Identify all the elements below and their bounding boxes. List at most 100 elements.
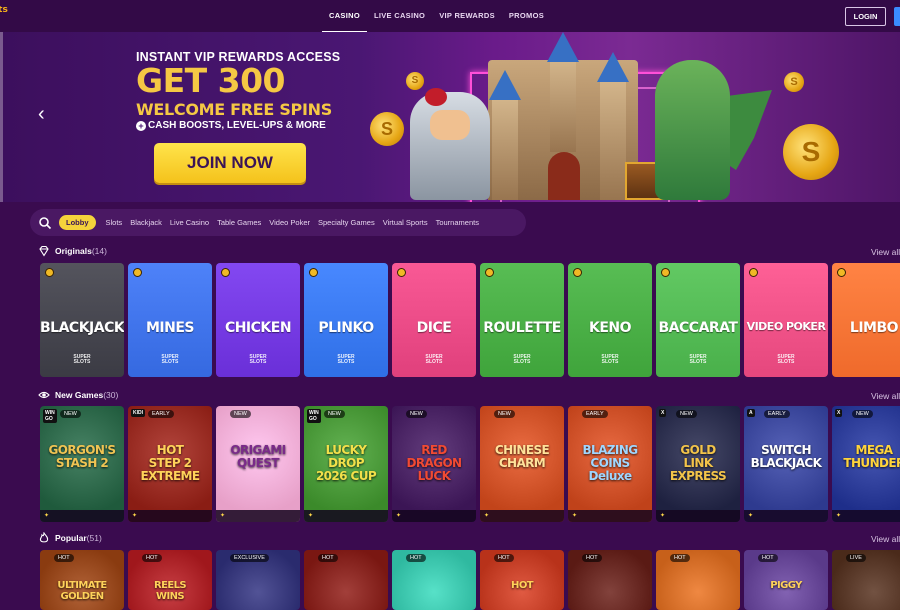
game-title: HOT STEP 2 EXTREME (140, 443, 200, 483)
game-title: PIGGY (770, 580, 802, 591)
signup-button-edge[interactable] (894, 7, 900, 26)
popular-game-tile[interactable]: HOT (656, 550, 740, 610)
section-new-games-header: New Games (30) (38, 388, 118, 402)
new-game-tile[interactable]: EARLY BLAZING COINS Deluxe ✦ (568, 406, 652, 522)
popular-game-tile[interactable]: HOT PIGGY (744, 550, 828, 610)
coin-icon: S (370, 112, 404, 146)
castle-tower-art (600, 82, 626, 200)
login-button[interactable]: LOGIN (845, 7, 886, 26)
new-game-tile[interactable]: X NEW GOLD LINK EXPRESS ✦ (656, 406, 740, 522)
new-game-tile[interactable]: A EARLY SWITCH BLACKJACK ✦ (744, 406, 828, 522)
provider-logo: SUPER SLOTS (249, 354, 267, 365)
category-table-games[interactable]: Table Games (213, 218, 265, 227)
category-tournaments[interactable]: Tournaments (432, 218, 483, 227)
status-badge: HOT (54, 554, 74, 562)
status-badge: HOT (670, 554, 690, 562)
original-game-tile[interactable]: CHICKEN SUPER SLOTS (216, 263, 300, 377)
game-title: HOT (511, 580, 534, 591)
original-game-tile[interactable]: PLINKO SUPER SLOTS (304, 263, 388, 377)
original-game-tile[interactable]: DICE SUPER SLOTS (392, 263, 476, 377)
coin-icon (309, 268, 318, 277)
popular-game-tile[interactable]: HOT ULTIMATE GOLDEN (40, 550, 124, 610)
search-icon[interactable] (38, 216, 52, 230)
new-games-row: WIN GO NEW GORGON'S STASH 2 ✦ KIDI EARLY HOT S… (40, 406, 900, 522)
category-virtual-sports[interactable]: Virtual Sports (379, 218, 432, 227)
original-game-tile[interactable]: MINES SUPER SLOTS (128, 263, 212, 377)
status-badge: NEW (852, 410, 873, 418)
provider-logo: KIDI (131, 409, 145, 417)
provider-logo: WIN GO (307, 409, 321, 423)
game-title: RED DRAGON LUCK (406, 443, 463, 483)
new-game-tile[interactable]: NEW CHINESE CHARM ✦ (480, 406, 564, 522)
sparkle-icon: ✦ (308, 513, 314, 519)
section-originals-header: Originals (14) (38, 244, 107, 258)
original-game-tile[interactable]: VIDEO POKER SUPER SLOTS (744, 263, 828, 377)
category-slots[interactable]: Slots (102, 218, 127, 227)
dragon-art (655, 60, 730, 200)
game-title: BLACKJACK (40, 320, 124, 336)
game-title: KENO (588, 320, 632, 336)
coin-icon (661, 268, 670, 277)
original-game-tile[interactable]: ROULETTE SUPER SLOTS (480, 263, 564, 377)
popular-view-all-link[interactable]: View all (871, 534, 900, 544)
provider-logo: X (659, 409, 667, 417)
castle-roof-art (547, 32, 579, 62)
tile-footer (40, 510, 124, 522)
category-blackjack[interactable]: Blackjack (126, 218, 166, 227)
nav-casino[interactable]: CASINO (322, 0, 367, 32)
banner-prev-arrow-icon[interactable]: ‹ (38, 104, 45, 124)
new-game-tile[interactable]: X NEW MEGA THUNDER ✦ (832, 406, 900, 522)
new-game-tile[interactable]: NEW RED DRAGON LUCK ✦ (392, 406, 476, 522)
sparkle-icon: ✦ (132, 513, 138, 519)
category-specialty-games[interactable]: Specialty Games (314, 218, 379, 227)
tile-footer (480, 510, 564, 522)
new-game-tile[interactable]: WIN GO NEW LUCKY DROP 2026 CUP ✦ (304, 406, 388, 522)
status-badge: EARLY (582, 410, 608, 418)
status-badge: EXCLUSIVE (230, 554, 269, 562)
original-game-tile[interactable]: KENO SUPER SLOTS (568, 263, 652, 377)
nav-vip-rewards[interactable]: VIP REWARDS (432, 0, 502, 32)
site-logo[interactable]: ots● (0, 6, 14, 26)
new-game-tile[interactable]: NEW ORIGAMI QUEST ✦ (216, 406, 300, 522)
popular-game-tile[interactable]: HOT REELS WINS (128, 550, 212, 610)
eye-icon (38, 391, 50, 399)
coin-icon (45, 268, 54, 277)
tile-footer (304, 510, 388, 522)
game-title: GORGON'S STASH 2 (48, 443, 117, 470)
new-game-tile[interactable]: WIN GO NEW GORGON'S STASH 2 ✦ (40, 406, 124, 522)
sparkle-icon: ✦ (484, 513, 490, 519)
originals-view-all-link[interactable]: View all (871, 247, 900, 257)
knight-art (410, 92, 490, 200)
popular-game-tile[interactable]: EXCLUSIVE (216, 550, 300, 610)
diamond-icon (39, 245, 49, 257)
category-video-poker[interactable]: Video Poker (265, 218, 314, 227)
status-badge: EARLY (764, 410, 790, 418)
status-badge: HOT (142, 554, 162, 562)
original-game-tile[interactable]: BACCARAT SUPER SLOTS (656, 263, 740, 377)
sparkle-icon: ✦ (660, 513, 666, 519)
nav-live-casino[interactable]: LIVE CASINO (367, 0, 432, 32)
original-game-tile[interactable]: LIMBO (832, 263, 900, 377)
popular-game-tile[interactable]: HOT (304, 550, 388, 610)
popular-game-tile[interactable]: HOT (392, 550, 476, 610)
popular-game-tile[interactable]: HOT (568, 550, 652, 610)
nav-promos[interactable]: PROMOS (502, 0, 551, 32)
coin-icon (133, 268, 142, 277)
category-live-casino[interactable]: Live Casino (166, 218, 213, 227)
castle-roof-art (489, 70, 521, 100)
popular-game-tile[interactable]: HOT HOT (480, 550, 564, 610)
provider-logo: WIN GO (43, 409, 57, 423)
tile-footer (128, 510, 212, 522)
new-game-tile[interactable]: KIDI EARLY HOT STEP 2 EXTREME ✦ (128, 406, 212, 522)
coin-icon: S (406, 72, 424, 90)
status-badge: NEW (406, 410, 427, 418)
join-now-button[interactable]: JOIN NOW (154, 143, 306, 183)
banner-prev-edge (0, 32, 3, 202)
provider-logo: SUPER SLOTS (161, 354, 179, 365)
provider-logo: SUPER SLOTS (777, 354, 795, 365)
popular-game-tile[interactable]: LIVE (832, 550, 900, 610)
category-lobby[interactable]: Lobby (59, 215, 96, 230)
new-games-view-all-link[interactable]: View all (871, 391, 900, 401)
original-game-tile[interactable]: BLACKJACK SUPER SLOTS (40, 263, 124, 377)
castle-tower-art (550, 62, 576, 152)
